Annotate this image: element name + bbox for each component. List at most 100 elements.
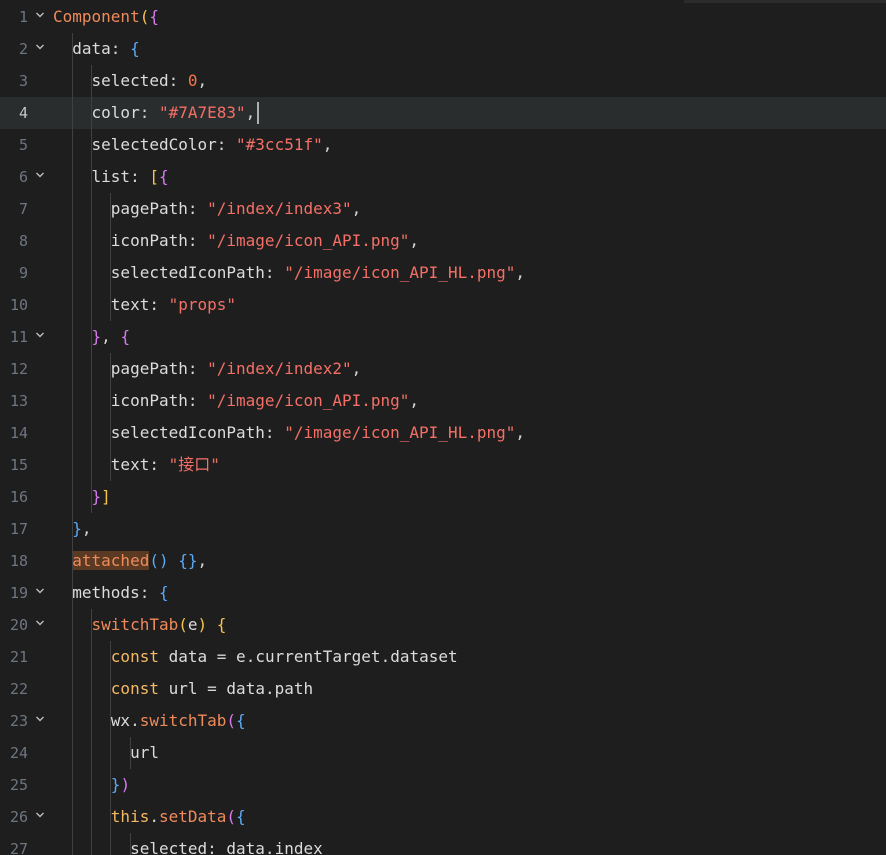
indent-guide bbox=[91, 385, 93, 417]
code-line-16[interactable]: 16 }] bbox=[0, 481, 886, 513]
indent-guide bbox=[91, 65, 93, 97]
indent-guide bbox=[72, 321, 73, 353]
code-editor[interactable]: 1 Component({2 data: {3 selected: 0, 4 col… bbox=[0, 0, 886, 855]
code-line-9[interactable]: 9 selectedIconPath: "/image/icon_API_HL.… bbox=[0, 257, 886, 289]
code-text: const data = e.currentTarget.dataset bbox=[110, 647, 458, 666]
code-text: Component({ bbox=[53, 7, 159, 26]
line-number: 27 bbox=[9, 840, 28, 855]
code-line-7[interactable]: 7 pagePath: "/index/index3", bbox=[0, 193, 886, 225]
indent-guide bbox=[72, 33, 73, 65]
code-text: iconPath: "/image/icon_API.png", bbox=[110, 231, 420, 250]
code-line-26[interactable]: 26 this.setData({ bbox=[0, 801, 886, 833]
indent-guide bbox=[72, 417, 73, 449]
code-line-24[interactable]: 24 url bbox=[0, 737, 886, 769]
indent-guide bbox=[110, 833, 112, 855]
line-number: 7 bbox=[18, 200, 28, 218]
indent-guide bbox=[72, 65, 73, 97]
code-line-2[interactable]: 2 data: { bbox=[0, 33, 886, 65]
chevron-down-icon[interactable] bbox=[34, 577, 46, 609]
code-text: url bbox=[130, 743, 159, 762]
indent-guide bbox=[110, 737, 112, 769]
indent-guide bbox=[72, 609, 73, 641]
code-text: iconPath: "/image/icon_API.png", bbox=[110, 391, 420, 410]
line-number: 21 bbox=[9, 648, 28, 666]
code-line-15[interactable]: 15 text: "接口" bbox=[0, 449, 886, 481]
indent-guide bbox=[129, 737, 131, 769]
code-line-17[interactable]: 17 }, bbox=[0, 513, 886, 545]
code-text: switchTab(e) { bbox=[91, 615, 227, 634]
code-line-6[interactable]: 6 list: [{ bbox=[0, 161, 886, 193]
code-text: selectedColor: "#3cc51f", bbox=[91, 135, 333, 154]
code-line-4[interactable]: 4 color: "#7A7E83", bbox=[0, 97, 886, 129]
code-line-1[interactable]: 1 Component({ bbox=[0, 1, 886, 33]
indent-guide bbox=[91, 193, 93, 225]
code-line-13[interactable]: 13 iconPath: "/image/icon_API.png", bbox=[0, 385, 886, 417]
indent-guide bbox=[110, 289, 112, 321]
code-line-21[interactable]: 21 const data = e.currentTarget.dataset bbox=[0, 641, 886, 673]
line-number: 8 bbox=[18, 232, 28, 250]
line-number: 2 bbox=[18, 40, 28, 58]
code-text: list: [{ bbox=[91, 167, 169, 186]
line-number: 3 bbox=[18, 72, 28, 90]
indent-guide bbox=[91, 129, 93, 161]
line-number: 4 bbox=[18, 104, 28, 122]
line-number: 24 bbox=[9, 744, 28, 762]
line-number: 11 bbox=[9, 328, 28, 346]
code-line-18[interactable]: 18 attached() {}, bbox=[0, 545, 886, 577]
code-line-12[interactable]: 12 pagePath: "/index/index2", bbox=[0, 353, 886, 385]
code-line-19[interactable]: 19 methods: { bbox=[0, 577, 886, 609]
line-number: 18 bbox=[9, 552, 28, 570]
code-line-27[interactable]: 27 selected: data.index bbox=[0, 833, 886, 855]
indent-guide bbox=[91, 737, 93, 769]
code-text: selected: data.index bbox=[130, 839, 323, 855]
line-number: 9 bbox=[18, 264, 28, 282]
code-line-22[interactable]: 22 const url = data.path bbox=[0, 673, 886, 705]
line-number: 6 bbox=[18, 168, 28, 186]
code-line-20[interactable]: 20 switchTab(e) { bbox=[0, 609, 886, 641]
indent-guide bbox=[129, 833, 131, 855]
code-line-25[interactable]: 25 }) bbox=[0, 769, 886, 801]
line-number: 14 bbox=[9, 424, 28, 442]
indent-guide bbox=[72, 257, 73, 289]
chevron-down-icon[interactable] bbox=[34, 161, 46, 193]
code-text: this.setData({ bbox=[110, 807, 246, 826]
chevron-down-icon[interactable] bbox=[34, 1, 46, 33]
chevron-down-icon[interactable] bbox=[34, 705, 46, 737]
text-cursor bbox=[256, 102, 259, 124]
code-line-23[interactable]: 23 wx.switchTab({ bbox=[0, 705, 886, 737]
indent-guide bbox=[91, 449, 93, 481]
code-text: color: "#7A7E83", bbox=[91, 103, 256, 122]
code-line-5[interactable]: 5 selectedColor: "#3cc51f", bbox=[0, 129, 886, 161]
indent-guide bbox=[72, 129, 73, 161]
line-number: 19 bbox=[9, 584, 28, 602]
indent-guide bbox=[91, 673, 93, 705]
chevron-down-icon[interactable] bbox=[34, 801, 46, 833]
indent-guide bbox=[72, 737, 73, 769]
line-number: 10 bbox=[9, 296, 28, 314]
code-text: wx.switchTab({ bbox=[110, 711, 246, 730]
indent-guide bbox=[91, 353, 93, 385]
code-line-11[interactable]: 11 }, { bbox=[0, 321, 886, 353]
code-line-14[interactable]: 14 selectedIconPath: "/image/icon_API_HL… bbox=[0, 417, 886, 449]
indent-guide bbox=[72, 577, 73, 609]
indent-guide bbox=[110, 193, 112, 225]
indent-guide bbox=[72, 641, 73, 673]
indent-guide bbox=[110, 801, 112, 833]
indent-guide bbox=[91, 417, 93, 449]
chevron-down-icon[interactable] bbox=[34, 609, 46, 641]
indent-guide bbox=[72, 705, 73, 737]
indent-guide bbox=[91, 97, 93, 129]
code-line-3[interactable]: 3 selected: 0, bbox=[0, 65, 886, 97]
code-line-8[interactable]: 8 iconPath: "/image/icon_API.png", bbox=[0, 225, 886, 257]
chevron-down-icon[interactable] bbox=[34, 33, 46, 65]
indent-guide bbox=[72, 193, 73, 225]
indent-guide bbox=[72, 161, 73, 193]
code-line-10[interactable]: 10 text: "props" bbox=[0, 289, 886, 321]
code-text: selectedIconPath: "/image/icon_API_HL.pn… bbox=[110, 263, 526, 282]
chevron-down-icon[interactable] bbox=[34, 321, 46, 353]
code-text: data: { bbox=[72, 39, 140, 58]
indent-guide bbox=[91, 705, 93, 737]
indent-guide bbox=[91, 289, 93, 321]
indent-guide bbox=[72, 769, 73, 801]
indent-guide bbox=[110, 449, 112, 481]
